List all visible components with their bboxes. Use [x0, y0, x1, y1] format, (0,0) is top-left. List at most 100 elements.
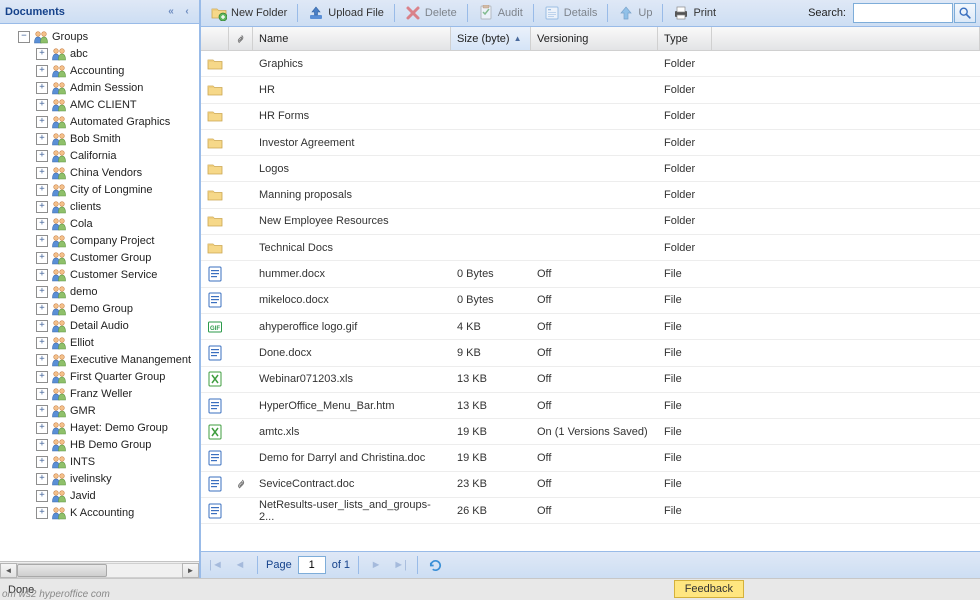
tree-item[interactable]: +Cola	[4, 215, 199, 232]
tree-toggle-plus[interactable]: +	[36, 354, 48, 366]
tree-item[interactable]: +Customer Group	[4, 249, 199, 266]
scroll-left-icon[interactable]: ◄	[0, 563, 17, 578]
tree-toggle-plus[interactable]: +	[36, 456, 48, 468]
column-type[interactable]: Type	[658, 27, 712, 50]
tree-item[interactable]: +Customer Service	[4, 266, 199, 283]
tree-toggle-plus[interactable]: +	[36, 320, 48, 332]
tree-toggle-plus[interactable]: +	[36, 303, 48, 315]
tree-item[interactable]: +Javid	[4, 487, 199, 504]
tree-toggle-plus[interactable]: +	[36, 405, 48, 417]
tree-item[interactable]: +ivelinsky	[4, 470, 199, 487]
tree-toggle-plus[interactable]: +	[36, 490, 48, 502]
page-first-button[interactable]: |◄	[207, 556, 225, 574]
print-button[interactable]: Print	[667, 2, 722, 24]
tree-item[interactable]: +Admin Session	[4, 79, 199, 96]
tree-toggle-plus[interactable]: +	[36, 82, 48, 94]
table-row[interactable]: Webinar071203.xls13 KBOffFile	[201, 367, 980, 393]
scroll-right-icon[interactable]: ►	[182, 563, 199, 578]
table-row[interactable]: New Employee ResourcesFolder	[201, 209, 980, 235]
tree-item[interactable]: +China Vendors	[4, 164, 199, 181]
search-input[interactable]	[853, 3, 953, 23]
page-input[interactable]	[298, 556, 326, 574]
details-button[interactable]: Details	[538, 2, 604, 24]
tree-item[interactable]: +INTS	[4, 453, 199, 470]
tree-toggle-plus[interactable]: +	[36, 48, 48, 60]
table-row[interactable]: HR FormsFolder	[201, 104, 980, 130]
tree-item[interactable]: +demo	[4, 283, 199, 300]
tree-item[interactable]: +clients	[4, 198, 199, 215]
feedback-button[interactable]: Feedback	[674, 580, 744, 598]
refresh-button[interactable]	[426, 556, 444, 574]
tree-item[interactable]: +Franz Weller	[4, 385, 199, 402]
up-button[interactable]: Up	[612, 2, 658, 24]
page-prev-button[interactable]: ◄	[231, 556, 249, 574]
tree-root[interactable]: − Groups	[4, 28, 199, 45]
tree-item[interactable]: +California	[4, 147, 199, 164]
table-row[interactable]: SeviceContract.doc23 KBOffFile	[201, 472, 980, 498]
tree-item[interactable]: +First Quarter Group	[4, 368, 199, 385]
table-row[interactable]: hummer.docx0 BytesOffFile	[201, 261, 980, 287]
table-row[interactable]: Demo for Darryl and Christina.doc19 KBOf…	[201, 445, 980, 471]
audit-button[interactable]: Audit	[472, 2, 529, 24]
tree-toggle-plus[interactable]: +	[36, 388, 48, 400]
tree-toggle-plus[interactable]: +	[36, 286, 48, 298]
tree-toggle-plus[interactable]: +	[36, 252, 48, 264]
scroll-track[interactable]	[17, 563, 182, 578]
tree-toggle-plus[interactable]: +	[36, 116, 48, 128]
tree-toggle-plus[interactable]: +	[36, 235, 48, 247]
tree-toggle-plus[interactable]: +	[36, 218, 48, 230]
table-row[interactable]: Investor AgreementFolder	[201, 130, 980, 156]
tree-toggle-plus[interactable]: +	[36, 184, 48, 196]
tree-item[interactable]: +AMC CLIENT	[4, 96, 199, 113]
table-row[interactable]: mikeloco.docx0 BytesOffFile	[201, 288, 980, 314]
tree-toggle-plus[interactable]: +	[36, 422, 48, 434]
tree-toggle-plus[interactable]: +	[36, 507, 48, 519]
tree-toggle-plus[interactable]: +	[36, 337, 48, 349]
tree-toggle-plus[interactable]: +	[36, 371, 48, 383]
table-row[interactable]: LogosFolder	[201, 156, 980, 182]
tree-toggle-plus[interactable]: +	[36, 99, 48, 111]
tree-item[interactable]: +HB Demo Group	[4, 436, 199, 453]
tree-item[interactable]: +abc	[4, 45, 199, 62]
tree-toggle-plus[interactable]: +	[36, 167, 48, 179]
table-row[interactable]: Technical DocsFolder	[201, 235, 980, 261]
column-attachment[interactable]	[229, 27, 253, 50]
search-button[interactable]	[954, 3, 976, 23]
tree-item[interactable]: +Accounting	[4, 62, 199, 79]
table-row[interactable]: GraphicsFolder	[201, 51, 980, 77]
tree-item[interactable]: +Automated Graphics	[4, 113, 199, 130]
delete-button[interactable]: Delete	[399, 2, 463, 24]
tree-item[interactable]: +City of Longmine	[4, 181, 199, 198]
tree-item[interactable]: +Detail Audio	[4, 317, 199, 334]
page-next-button[interactable]: ►	[367, 556, 385, 574]
column-size[interactable]: Size (byte)▲	[451, 27, 531, 50]
table-row[interactable]: ahyperoffice logo.gif4 KBOffFile	[201, 314, 980, 340]
tree-item[interactable]: +Bob Smith	[4, 130, 199, 147]
tree-toggle-plus[interactable]: +	[36, 439, 48, 451]
tree-item[interactable]: +GMR	[4, 402, 199, 419]
tree-item[interactable]: +K Accounting	[4, 504, 199, 521]
tree-toggle-plus[interactable]: +	[36, 269, 48, 281]
column-name[interactable]: Name	[253, 27, 451, 50]
tree-toggle-plus[interactable]: +	[36, 150, 48, 162]
page-last-button[interactable]: ►|	[391, 556, 409, 574]
column-checkbox[interactable]	[201, 27, 229, 50]
scroll-thumb[interactable]	[17, 564, 107, 577]
collapse-left-icon[interactable]: «	[164, 5, 178, 19]
tree-item[interactable]: +Demo Group	[4, 300, 199, 317]
tree-item[interactable]: +Elliot	[4, 334, 199, 351]
tree-toggle-plus[interactable]: +	[36, 65, 48, 77]
tree-toggle-plus[interactable]: +	[36, 201, 48, 213]
tree-toggle-plus[interactable]: +	[36, 473, 48, 485]
upload-file-button[interactable]: Upload File	[302, 2, 390, 24]
tree-toggle-plus[interactable]: +	[36, 133, 48, 145]
tree-item[interactable]: +Hayet: Demo Group	[4, 419, 199, 436]
collapse-right-icon[interactable]: ‹	[180, 5, 194, 19]
sidebar-hscroll[interactable]: ◄ ►	[0, 561, 199, 578]
tree-item[interactable]: +Company Project	[4, 232, 199, 249]
table-row[interactable]: amtc.xls19 KBOn (1 Versions Saved)File	[201, 419, 980, 445]
table-row[interactable]: Done.docx9 KBOffFile	[201, 340, 980, 366]
table-row[interactable]: NetResults-user_lists_and_groups-2...26 …	[201, 498, 980, 524]
table-row[interactable]: HyperOffice_Menu_Bar.htm13 KBOffFile	[201, 393, 980, 419]
table-row[interactable]: Manning proposalsFolder	[201, 182, 980, 208]
